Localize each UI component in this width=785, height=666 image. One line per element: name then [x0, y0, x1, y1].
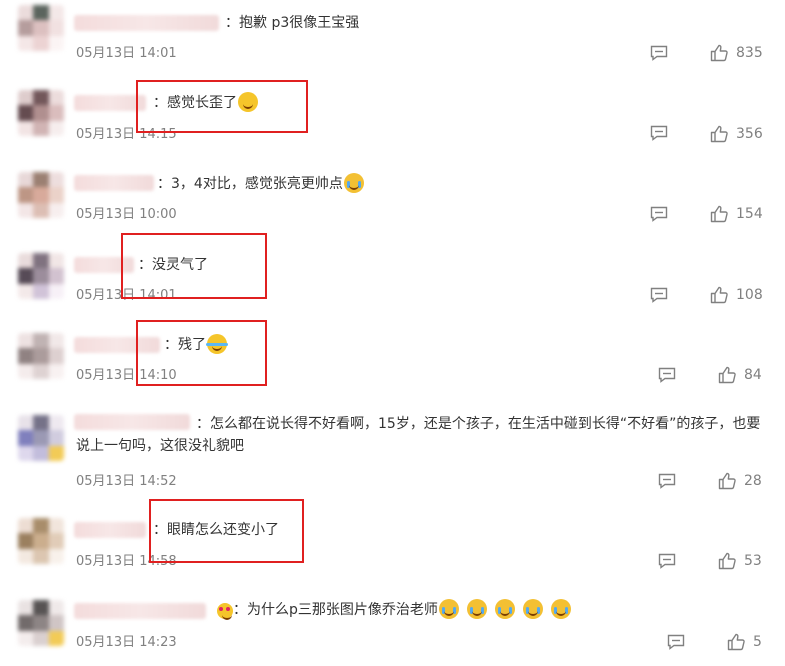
comment-date: 05月13日 14:01 [76, 46, 177, 61]
comment-icon[interactable] [650, 287, 668, 303]
thumbs-up-icon[interactable] [710, 205, 728, 223]
comment-date: 05月13日 14:52 [76, 474, 177, 489]
thumbs-up-icon[interactable] [727, 633, 745, 651]
highlight-box [136, 80, 308, 133]
like-count: 108 [736, 287, 763, 303]
avatar[interactable] [18, 5, 64, 51]
avatar[interactable] [18, 333, 64, 379]
thumbs-up-icon[interactable] [718, 472, 736, 490]
cry-laugh-emoji [343, 173, 364, 193]
avatar[interactable] [18, 90, 64, 136]
comment-icon[interactable] [658, 367, 676, 383]
like-count: 5 [753, 634, 762, 650]
avatar[interactable] [18, 600, 64, 646]
comment-icon[interactable] [650, 125, 668, 141]
highlight-box [136, 320, 267, 386]
like-count: 84 [744, 367, 762, 383]
like-count: 356 [736, 126, 763, 142]
avatar[interactable] [18, 172, 64, 218]
highlight-box [149, 499, 304, 563]
cry-laugh-emoji [466, 599, 487, 619]
avatar[interactable] [18, 415, 64, 461]
comment-icon[interactable] [650, 45, 668, 61]
thumbs-up-icon[interactable] [710, 125, 728, 143]
cry-laugh-emoji [494, 599, 515, 619]
like-count: 28 [744, 473, 762, 489]
avatar[interactable] [18, 518, 64, 564]
comment-date: 05月13日 14:23 [76, 635, 177, 650]
comment-text: ：怎么都在说长得不好看啊，15岁，还是个孩子，在生活中碰到长得“不好看”的孩子，… [76, 416, 761, 454]
comment-icon[interactable] [667, 634, 685, 650]
cry-laugh-emoji [550, 599, 571, 619]
like-count: 53 [744, 553, 762, 569]
comment-text: ：为什么p三那张图片像乔治老师 [216, 599, 571, 621]
comment-icon[interactable] [658, 553, 676, 569]
highlight-box [121, 233, 267, 299]
cry-laugh-emoji [522, 599, 543, 619]
comment-icon[interactable] [658, 473, 676, 489]
like-count: 154 [736, 206, 763, 222]
username[interactable] [74, 522, 146, 538]
thumbs-up-icon[interactable] [718, 552, 736, 570]
username[interactable] [74, 15, 219, 31]
username[interactable] [74, 603, 206, 619]
comment-date: 05月13日 10:00 [76, 207, 177, 222]
comment-text: ：3，4对比，感觉张亮更帅点 [157, 173, 364, 195]
like-count: 835 [736, 45, 763, 61]
thumbs-up-icon[interactable] [710, 44, 728, 62]
comment-text: ：抱歉 p3很像王宝强 [225, 15, 360, 31]
thumbs-up-icon[interactable] [718, 366, 736, 384]
thumbs-up-icon[interactable] [710, 286, 728, 304]
heart-eyes-emoji [217, 603, 233, 620]
cry-laugh-emoji [438, 599, 459, 619]
username[interactable] [74, 175, 154, 191]
avatar[interactable] [18, 253, 64, 299]
comment-icon[interactable] [650, 206, 668, 222]
